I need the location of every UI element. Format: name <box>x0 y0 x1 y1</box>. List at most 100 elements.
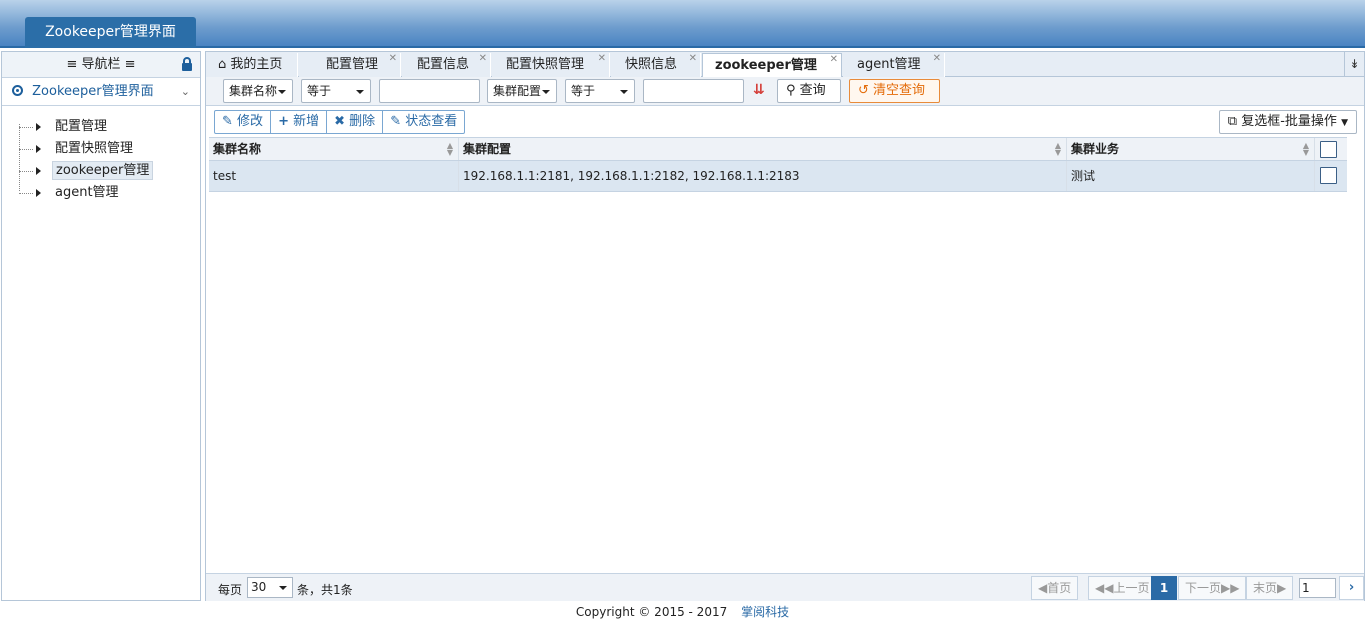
go-page-button[interactable]: › <box>1339 576 1364 600</box>
expand-filters-icon[interactable]: ⇊ <box>753 82 765 98</box>
batch-button-label: 复选框-批量操作 <box>1241 114 1337 129</box>
nav-section-zookeeper[interactable]: Zookeeper管理界面 ⌄ <box>2 78 200 106</box>
pagination-bar: 每页 30 条，共1条 ◀首页 ◀◀上一页 1 下一页▶▶ 末页▶ 1 › <box>206 573 1364 601</box>
sidebar-item-label: agent管理 <box>55 185 119 200</box>
home-icon: ⌂ <box>218 57 227 72</box>
tab-strip: ⌂ 我的主页 配置管理 ✕ 配置信息 ✕ 配置快照管理 ✕ 快照信息 ✕ zoo… <box>206 52 1364 78</box>
delete-button[interactable]: ✖ 删除 <box>327 111 384 133</box>
sidebar: ≡ 导航栏 ≡ Zookeeper管理界面 ⌄ 配置管理 配置快照管理 zook… <box>1 51 201 601</box>
close-icon[interactable]: ✕ <box>933 47 941 71</box>
first-page-button[interactable]: ◀首页 <box>1031 576 1079 600</box>
prev-page-label: 上一页 <box>1113 581 1150 595</box>
sidebar-item-label: zookeeper管理 <box>52 161 154 180</box>
caret-down-icon <box>279 586 287 590</box>
last-page-button[interactable]: 末页▶ <box>1246 576 1294 600</box>
caret-down-icon <box>620 90 628 94</box>
footer: Copyright © 2015 - 2017 掌阅科技 <box>0 603 1365 623</box>
nav-tree: 配置管理 配置快照管理 zookeeper管理 agent管理 <box>18 116 154 204</box>
cell-cluster-name: test <box>209 161 459 191</box>
sidebar-item-agent[interactable]: agent管理 <box>18 182 153 204</box>
lock-icon[interactable] <box>181 57 193 71</box>
sort-icon[interactable]: ▲ ▼ <box>1303 142 1309 157</box>
column-header-cluster-config[interactable]: 集群配置 ▲ ▼ <box>459 138 1067 160</box>
next-page-button[interactable]: 下一页▶▶ <box>1178 576 1247 600</box>
action-toolbar: ✎ 修改 + 新增 ✖ 删除 ✎ 状态查看 ⧉ 复选框-批量操作 ▼ <box>206 107 1364 137</box>
tab-label: 配置信息 <box>417 57 470 72</box>
column-header-cluster-business[interactable]: 集群业务 ▲ ▼ <box>1067 138 1315 160</box>
brand-link[interactable]: 掌阅科技 <box>741 605 789 619</box>
nav-header: ≡ 导航栏 ≡ <box>2 52 200 78</box>
per-page-label: 每页 <box>218 583 243 597</box>
status-button-label: 状态查看 <box>405 114 458 129</box>
tab-label: 我的主页 <box>230 57 283 72</box>
chevron-down-icon[interactable]: ⌄ <box>181 78 190 106</box>
target-icon <box>12 85 23 96</box>
close-icon[interactable]: ✕ <box>830 48 838 72</box>
tab-agent[interactable]: agent管理 ✕ <box>843 53 945 77</box>
tab-label: 配置快照管理 <box>506 57 585 72</box>
caret-right-icon[interactable] <box>36 123 41 131</box>
sidebar-item-config-snapshot[interactable]: 配置快照管理 <box>18 138 153 160</box>
column-header-cluster-name[interactable]: 集群名称 ▲ ▼ <box>209 138 459 160</box>
search-button[interactable]: ⚲ 查询 <box>777 79 841 103</box>
close-icon[interactable]: ✕ <box>479 47 487 71</box>
close-icon[interactable]: ✕ <box>689 47 697 71</box>
cell-cluster-business: 测试 <box>1067 161 1315 191</box>
tab-config-info[interactable]: 配置信息 ✕ <box>402 53 491 77</box>
edit-button[interactable]: ✎ 修改 <box>215 111 272 133</box>
filter-value1-input[interactable] <box>379 79 480 103</box>
tab-label: zookeeper管理 <box>715 58 817 73</box>
action-button-group: ✎ 修改 + 新增 ✖ 删除 ✎ 状态查看 <box>214 110 466 134</box>
batch-operations-dropdown[interactable]: ⧉ 复选框-批量操作 ▼ <box>1218 110 1357 134</box>
undo-icon: ↺ <box>858 83 869 98</box>
tab-config[interactable]: 配置管理 ✕ <box>299 53 401 77</box>
filter-op2-select[interactable]: 等于 <box>565 79 635 103</box>
sidebar-item-label: 配置管理 <box>55 119 108 134</box>
status-view-button[interactable]: ✎ 状态查看 <box>383 111 464 133</box>
nav-section-label: Zookeeper管理界面 <box>32 84 154 99</box>
edit-icon: ✎ <box>390 114 402 129</box>
column-label: 集群名称 <box>213 142 262 156</box>
filter-field2-select[interactable]: 集群配置 <box>487 79 557 103</box>
column-label: 集群配置 <box>463 142 512 156</box>
close-icon[interactable]: ✕ <box>389 47 397 71</box>
caret-down-icon: ▼ <box>1341 118 1348 128</box>
add-button[interactable]: + 新增 <box>271 111 328 133</box>
sidebar-item-label: 配置快照管理 <box>55 141 134 156</box>
caret-right-icon[interactable] <box>36 167 41 175</box>
cross-icon: ✖ <box>334 114 346 129</box>
filter-value2-input[interactable] <box>643 79 744 103</box>
add-button-label: 新增 <box>293 114 320 129</box>
close-icon[interactable]: ✕ <box>598 47 606 71</box>
tab-menu-button[interactable]: ↡ <box>1344 52 1364 76</box>
double-chevron-down-icon: ↡ <box>1349 57 1360 71</box>
filter-field1-select[interactable]: 集群名称 <box>223 79 293 103</box>
tab-config-snapshot[interactable]: 配置快照管理 ✕ <box>492 53 610 77</box>
sidebar-item-zookeeper[interactable]: zookeeper管理 <box>18 160 154 182</box>
select-all-checkbox[interactable] <box>1320 141 1337 158</box>
caret-right-icon[interactable] <box>36 189 41 197</box>
tab-home[interactable]: ⌂ 我的主页 <box>206 53 298 77</box>
select-value: 30 <box>251 580 267 594</box>
sort-icon[interactable]: ▲ ▼ <box>1055 142 1061 157</box>
filter-op1-select[interactable]: 等于 <box>301 79 371 103</box>
current-page-button[interactable]: 1 <box>1151 576 1177 600</box>
table-row[interactable]: test 192.168.1.1:2181, 192.168.1.1:2182,… <box>209 161 1347 192</box>
page-number-input[interactable]: 1 <box>1299 578 1336 598</box>
tab-zookeeper[interactable]: zookeeper管理 ✕ <box>702 53 842 78</box>
first-page-label: 首页 <box>1047 581 1072 595</box>
per-page-select[interactable]: 30 <box>247 577 293 598</box>
sort-icon[interactable]: ▲ ▼ <box>447 142 453 157</box>
last-page-label: 末页 <box>1253 581 1278 595</box>
row-checkbox[interactable] <box>1320 167 1337 184</box>
tab-snapshot-info[interactable]: 快照信息 ✕ <box>611 53 701 77</box>
app-title-tab[interactable]: Zookeeper管理界面 <box>25 17 196 48</box>
clear-search-button[interactable]: ↺ 清空查询 <box>849 79 940 103</box>
main-panel: ⌂ 我的主页 配置管理 ✕ 配置信息 ✕ 配置快照管理 ✕ 快照信息 ✕ zoo… <box>205 51 1365 601</box>
caret-right-icon[interactable] <box>36 145 41 153</box>
prev-page-button[interactable]: ◀◀上一页 <box>1088 576 1157 600</box>
plus-icon: + <box>278 114 289 129</box>
search-button-label: 查询 <box>799 83 826 98</box>
next-page-label: 下一页 <box>1185 581 1222 595</box>
sidebar-item-config[interactable]: 配置管理 <box>18 116 153 138</box>
